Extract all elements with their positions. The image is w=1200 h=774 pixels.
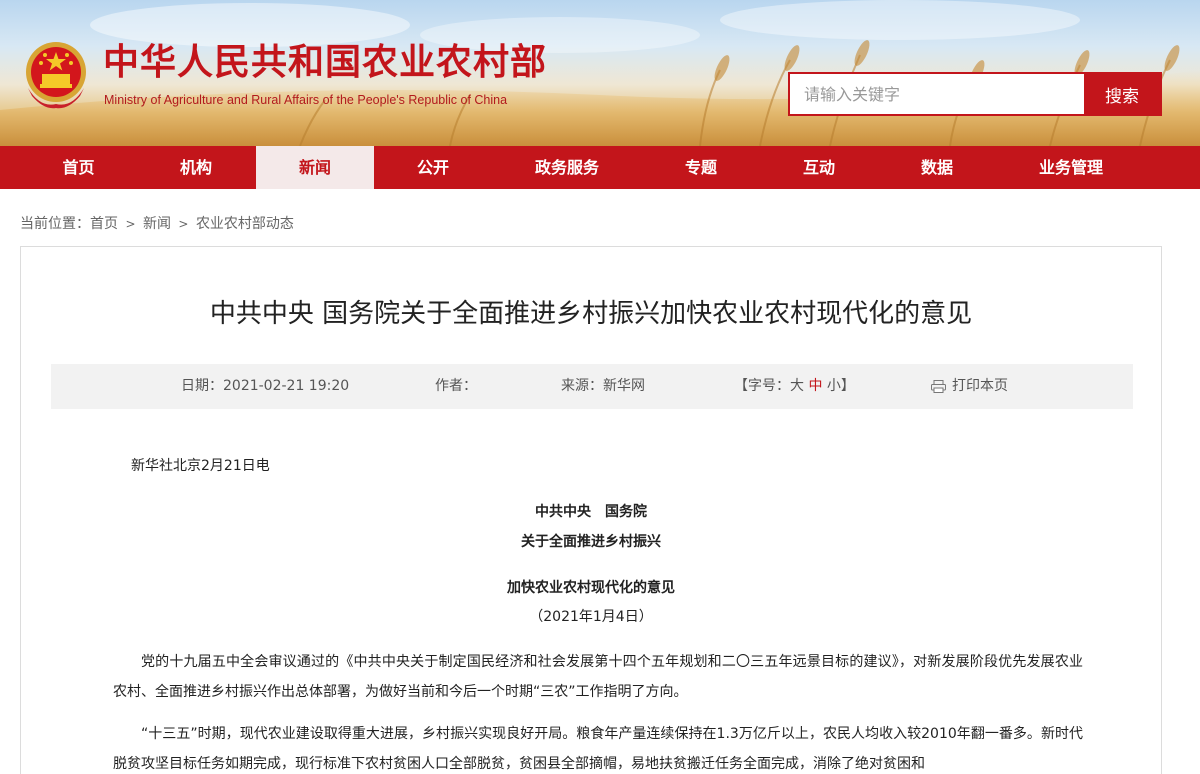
breadcrumb-separator: >	[178, 217, 189, 231]
font-size-label: 【字号：	[734, 378, 790, 394]
nav-item-business-management[interactable]: 业务管理	[996, 146, 1146, 189]
article-meta-bar: 日期：2021-02-21 19:20 作者： 来源：新华网 【字号：大 中 小…	[51, 364, 1133, 409]
nav-item-government-services[interactable]: 政务服务	[492, 146, 642, 189]
meta-author: 作者：	[435, 364, 477, 409]
article-title: 中共中央 国务院关于全面推进乡村振兴加快农业农村现代化的意见	[209, 299, 973, 329]
search-button[interactable]: 搜索	[1084, 74, 1160, 114]
font-size-large-button[interactable]: 大	[790, 378, 804, 394]
search-input[interactable]	[790, 74, 1084, 114]
article-heading-line-1: 中共中央 国务院	[535, 504, 647, 520]
meta-date-label: 日期：	[181, 378, 223, 394]
font-size-medium-button[interactable]: 中	[808, 378, 822, 394]
article-paragraph: “十三五”时期，现代农业建设取得重大进展，乡村振兴实现良好开局。粮食年产量连续保…	[113, 726, 1083, 772]
breadcrumb-link-ministry-news[interactable]: 农业农村部动态	[196, 216, 294, 232]
site-title: 中华人民共和国农业农村部	[103, 42, 548, 83]
meta-author-label: 作者：	[435, 378, 477, 394]
meta-source: 来源：新华网	[561, 364, 645, 409]
nav-item-news[interactable]: 新闻	[256, 146, 374, 189]
nav-item-topics[interactable]: 专题	[642, 146, 760, 189]
site-subtitle: Ministry of Agriculture and Rural Affair…	[104, 93, 508, 107]
article-dateline: 新华社北京2月21日电	[131, 458, 270, 474]
meta-source-label: 来源：	[561, 378, 603, 394]
print-icon	[931, 379, 946, 393]
font-size-small-button[interactable]: 小	[827, 378, 841, 394]
font-size-close: 】	[840, 378, 855, 394]
nav-item-interaction[interactable]: 互动	[760, 146, 878, 189]
nav-item-home[interactable]: 首页	[0, 146, 157, 189]
breadcrumb-link-news[interactable]: 新闻	[143, 216, 171, 232]
main-nav: 首页 机构 新闻 公开 政务服务 专题 互动 数据 业务管理	[0, 146, 1200, 189]
breadcrumb-prefix: 当前位置：	[20, 216, 90, 232]
article-heading-line-2: 关于全面推进乡村振兴	[521, 534, 661, 550]
article-heading-line-3: 加快农业农村现代化的意见	[507, 580, 675, 596]
article-panel: 中共中央 国务院关于全面推进乡村振兴加快农业农村现代化的意见 日期：2021-0…	[20, 246, 1162, 774]
meta-date: 日期：2021-02-21 19:20	[181, 364, 349, 409]
nav-item-public[interactable]: 公开	[374, 146, 492, 189]
print-label: 打印本页	[952, 378, 1008, 394]
article-heading-date: （2021年1月4日）	[529, 609, 653, 625]
site-header: 中华人民共和国农业农村部 Ministry of Agriculture and…	[0, 0, 1200, 146]
print-button[interactable]: 打印本页	[931, 364, 1008, 409]
meta-source-value: 新华网	[603, 378, 645, 394]
national-emblem-icon	[26, 42, 86, 109]
search-box: 搜索	[788, 72, 1162, 116]
nav-item-data[interactable]: 数据	[878, 146, 996, 189]
article-paragraph: 党的十九届五中全会审议通过的《中共中央关于制定国民经济和社会发展第十四个五年规划…	[113, 654, 1083, 700]
meta-font-size: 【字号：大 中 小】	[734, 364, 855, 409]
breadcrumb: 当前位置：首页 > 新闻 > 农业农村部动态	[20, 213, 294, 233]
breadcrumb-link-home[interactable]: 首页	[90, 216, 118, 232]
nav-item-organization[interactable]: 机构	[157, 146, 235, 189]
breadcrumb-separator: >	[125, 217, 136, 231]
meta-date-value: 2021-02-21 19:20	[223, 378, 350, 394]
